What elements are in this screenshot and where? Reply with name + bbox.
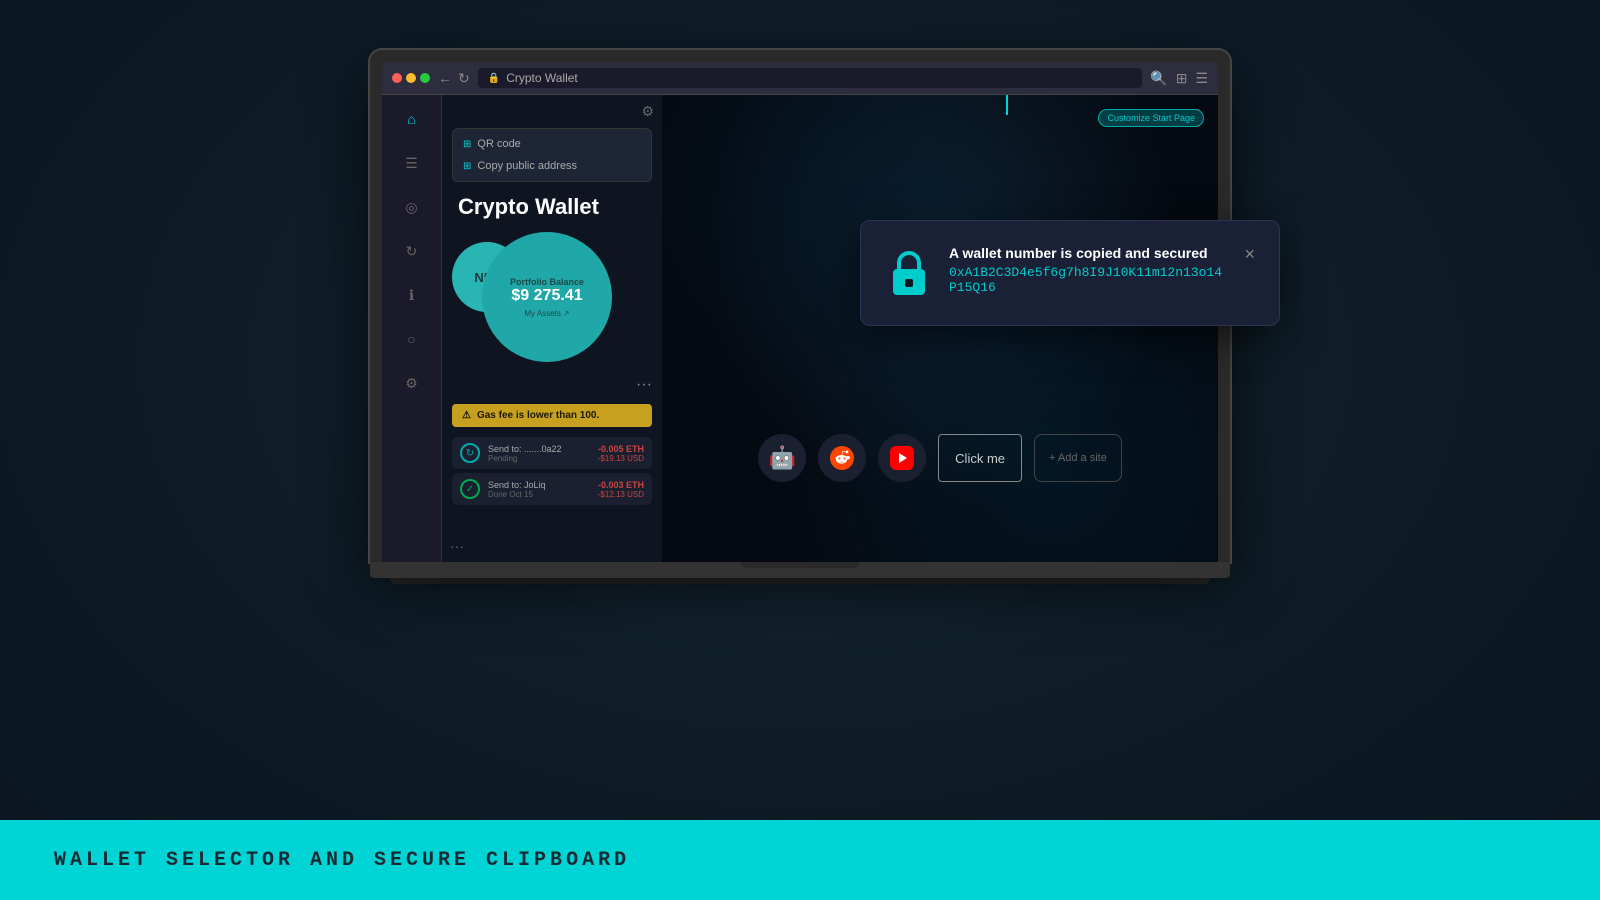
wallet-sidebar: ⌂ ☰ ◎ ↻ ℹ ○ ⚙ xyxy=(382,95,442,562)
minimize-dot[interactable] xyxy=(406,73,416,83)
qr-code-item[interactable]: ⊞ QR code xyxy=(453,133,651,155)
wallet-dropdown: ⊞ QR code ⊞ Copy public address xyxy=(452,128,652,182)
transaction-item-1[interactable]: ↻ Send to: .......0a22 Pending -0.005 ET… xyxy=(452,437,652,469)
tx-usd-1: -$19.13 USD xyxy=(598,454,644,463)
portfolio-value: $9 275.41 xyxy=(511,287,582,305)
tx-pending-icon: ↻ xyxy=(460,443,480,463)
notification-lock-icon-wrap xyxy=(885,245,933,301)
notification-popup: A wallet number is copied and secured 0x… xyxy=(860,220,1280,326)
bookmark-bar: 🤖 xyxy=(758,434,1122,482)
youtube-icon xyxy=(890,446,914,470)
qr-icon: ⊞ xyxy=(463,139,471,150)
tx-eth-2: -0.003 ETH xyxy=(598,480,644,490)
tx-amount-1: -0.005 ETH -$19.13 USD xyxy=(598,444,644,463)
click-me-button[interactable]: Click me xyxy=(938,434,1022,482)
tx-amount-2: -0.003 ETH -$12.13 USD xyxy=(598,480,644,499)
lock-icon xyxy=(887,247,931,299)
sidebar-home-icon[interactable]: ⌂ xyxy=(398,105,426,133)
browser-chrome: ← ↻ 🔒 Crypto Wallet 🔍 ⊞ ☰ xyxy=(382,62,1218,95)
bookmark-youtube[interactable] xyxy=(878,434,926,482)
tx-usd-2: -$12.13 USD xyxy=(598,490,644,499)
customize-start-page-button[interactable]: Customize Start Page xyxy=(1098,109,1204,127)
tab-bg-overlay xyxy=(662,95,1218,562)
bookmark-img-1: 🤖 xyxy=(768,445,795,471)
search-icon[interactable]: 🔍 xyxy=(1150,70,1167,87)
transaction-item-2[interactable]: ✓ Send to: JoLiq Done Oct 15 -0.003 ETH … xyxy=(452,473,652,505)
notification-content: A wallet number is copied and secured 0x… xyxy=(949,245,1228,295)
wallet-bottom-more[interactable]: ··· xyxy=(442,530,662,562)
bottom-banner: WALLET SELECTOR AND SECURE CLIPBOARD xyxy=(0,820,1600,900)
tab-indicator xyxy=(1006,95,1008,115)
menu-icon[interactable]: ☰ xyxy=(1195,70,1208,87)
bookmark-item-1[interactable]: 🤖 xyxy=(758,434,806,482)
browser-actions: 🔍 ⊞ ☰ xyxy=(1150,70,1208,87)
portfolio-label: Portfolio Balance xyxy=(510,277,584,287)
tx-to-1: Send to: .......0a22 xyxy=(488,444,590,454)
close-dot[interactable] xyxy=(392,73,402,83)
laptop-hinge xyxy=(740,562,860,568)
wallet-header-bar: ⚙ xyxy=(442,95,662,128)
my-assets-link[interactable]: My Assets ↗ xyxy=(524,309,569,318)
tx-done-icon: ✓ xyxy=(460,479,480,499)
copy-label: Copy public address xyxy=(477,160,577,172)
forward-button[interactable]: ↻ xyxy=(458,70,470,87)
warning-text: Gas fee is lower than 100. xyxy=(477,410,599,421)
notification-close-button[interactable]: × xyxy=(1244,245,1255,263)
new-tab-area: Customize Start Page 🤖 xyxy=(662,95,1218,562)
bottom-banner-text: WALLET SELECTOR AND SECURE CLIPBOARD xyxy=(54,849,630,872)
portfolio-bubble[interactable]: Portfolio Balance $9 275.41 My Assets ↗ xyxy=(482,232,612,362)
wallet-bubble-area: NFT Portfolio Balance $9 275.41 My Asset… xyxy=(452,232,652,372)
copy-icon: ⊞ xyxy=(463,161,471,172)
back-button[interactable]: ← xyxy=(438,70,452,86)
wallet-panel: ⚙ ⊞ QR code ⊞ Copy public address xyxy=(442,95,662,562)
maximize-dot[interactable] xyxy=(420,73,430,83)
bookmark-icon-wrap-youtube xyxy=(878,434,926,482)
tx-details-2: Send to: JoLiq Done Oct 15 xyxy=(488,480,590,499)
tx-details-1: Send to: .......0a22 Pending xyxy=(488,444,590,463)
sidebar-settings-icon[interactable]: ⚙ xyxy=(398,369,426,397)
tx-status-1: Pending xyxy=(488,454,590,463)
sidebar-circle-icon[interactable]: ○ xyxy=(398,325,426,353)
window-controls xyxy=(392,73,430,83)
laptop-foot xyxy=(390,578,1210,584)
tx-to-2: Send to: JoLiq xyxy=(488,480,590,490)
warning-banner: ⚠ Gas fee is lower than 100. xyxy=(452,404,652,427)
browser-main: ⚙ ⊞ QR code ⊞ Copy public address xyxy=(442,95,1218,562)
qr-label: QR code xyxy=(477,138,520,150)
copy-address-item[interactable]: ⊞ Copy public address xyxy=(453,155,651,177)
transaction-list: ↻ Send to: .......0a22 Pending -0.005 ET… xyxy=(452,437,652,505)
wallet-title: Crypto Wallet xyxy=(442,190,662,232)
sidebar-wallet-icon[interactable]: ◎ xyxy=(398,193,426,221)
reddit-icon xyxy=(830,446,854,470)
browser-content: ⌂ ☰ ◎ ↻ ℹ ○ ⚙ ⚙ xyxy=(382,95,1218,562)
warning-icon: ⚠ xyxy=(462,410,471,421)
tab-icon[interactable]: ⊞ xyxy=(1176,70,1188,87)
tx-status-2: Done Oct 15 xyxy=(488,490,590,499)
sidebar-refresh-icon[interactable]: ↻ xyxy=(398,237,426,265)
wallet-gear-icon[interactable]: ⚙ xyxy=(641,103,654,120)
wallet-more-options[interactable]: ··· xyxy=(442,372,662,398)
tx-eth-1: -0.005 ETH xyxy=(598,444,644,454)
address-bar[interactable]: 🔒 Crypto Wallet xyxy=(478,68,1143,88)
notification-address: 0xA1B2C3D4e5f6g7h8I9J10K11m12n13o14P15Q1… xyxy=(949,265,1228,295)
browser-nav: ← ↻ xyxy=(438,70,470,87)
sidebar-history-icon[interactable]: ☰ xyxy=(398,149,426,177)
laptop-base xyxy=(370,562,1230,578)
address-text: Crypto Wallet xyxy=(506,71,578,85)
lock-icon: 🔒 xyxy=(488,73,500,84)
add-site-button[interactable]: + Add a site xyxy=(1034,434,1122,482)
sidebar-info-icon[interactable]: ℹ xyxy=(398,281,426,309)
bookmark-icon-wrap-reddit xyxy=(818,434,866,482)
bookmark-reddit[interactable] xyxy=(818,434,866,482)
notification-title: A wallet number is copied and secured xyxy=(949,245,1228,261)
bookmark-icon-wrap-1: 🤖 xyxy=(758,434,806,482)
